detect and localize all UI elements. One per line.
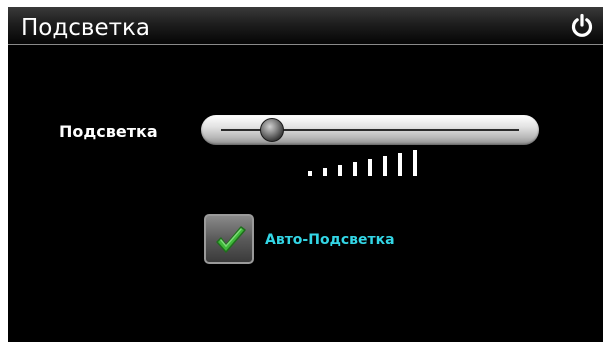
brightness-level-indicator	[308, 146, 428, 176]
title-bar: Подсветка	[8, 7, 603, 45]
auto-backlight-label[interactable]: Авто-Подсветка	[265, 231, 395, 249]
level-bar	[413, 150, 417, 176]
level-bar	[368, 159, 372, 176]
power-icon	[571, 13, 593, 37]
checkbox-box[interactable]	[204, 214, 254, 264]
checkmark-icon	[216, 226, 246, 253]
backlight-label: Подсветка	[59, 122, 158, 141]
page-title: Подсветка	[21, 15, 151, 41]
auto-backlight-checkbox[interactable]	[204, 214, 254, 264]
level-bar	[383, 156, 387, 176]
level-bar	[323, 168, 327, 176]
slider-thumb[interactable]	[259, 118, 284, 142]
level-bar	[308, 171, 312, 176]
backlight-slider[interactable]	[201, 115, 539, 145]
level-bar	[353, 162, 357, 176]
screen: Подсветка Подсветка Авто-Подсветка	[8, 7, 603, 342]
level-bar	[338, 165, 342, 176]
level-bar	[398, 153, 402, 176]
power-button[interactable]	[569, 13, 595, 39]
